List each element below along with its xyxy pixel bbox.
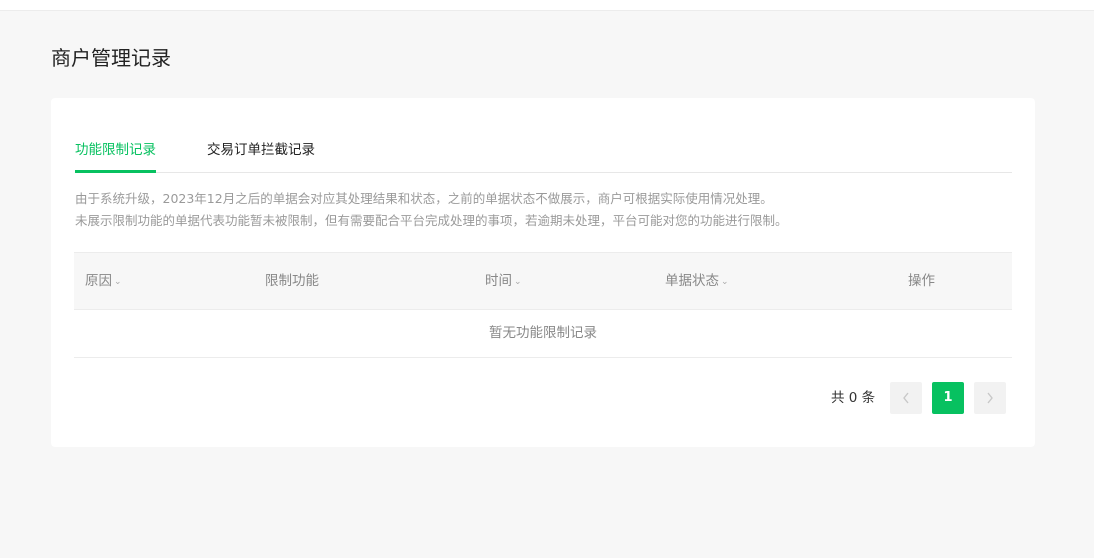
column-header-label: 时间 <box>485 273 512 289</box>
column-header-reason[interactable]: 原因 ⌄ <box>85 271 122 293</box>
column-header-label: 限制功能 <box>265 273 319 289</box>
column-header-label: 原因 <box>85 273 112 289</box>
tab-function-restriction-records[interactable]: 功能限制记录 <box>75 140 156 173</box>
column-header-actions: 操作 <box>908 271 935 291</box>
notice-line-1: 由于系统升级，2023年12月之后的单据会对应其处理结果和状态，之前的单据状态不… <box>75 191 773 206</box>
prev-page-button[interactable] <box>890 382 922 414</box>
column-header-document-status[interactable]: 单据状态 ⌄ <box>665 271 729 293</box>
table-body: 暂无功能限制记录 <box>74 310 1012 358</box>
column-header-label: 操作 <box>908 273 935 289</box>
chevron-down-icon: ⌄ <box>721 277 729 287</box>
page-number-button[interactable]: 1 <box>932 382 964 414</box>
chevron-right-icon <box>987 392 993 404</box>
chevron-down-icon: ⌄ <box>114 277 122 287</box>
next-page-button[interactable] <box>974 382 1006 414</box>
empty-state-text: 暂无功能限制记录 <box>489 325 597 341</box>
tab-transaction-interception-records[interactable]: 交易订单拦截记录 <box>207 140 315 160</box>
table-header: 原因 ⌄ 限制功能 时间 ⌄ 单据状态 ⌄ 操作 <box>74 252 1012 310</box>
top-bar <box>0 0 1094 11</box>
chevron-left-icon <box>903 392 909 404</box>
page-title: 商户管理记录 <box>51 46 171 70</box>
tab-bar: 功能限制记录 交易订单拦截记录 <box>75 136 1012 173</box>
column-header-label: 单据状态 <box>665 273 719 289</box>
column-header-restricted-function: 限制功能 <box>265 271 319 291</box>
chevron-down-icon: ⌄ <box>514 277 522 287</box>
total-count: 共 0 条 <box>831 390 876 406</box>
records-table: 原因 ⌄ 限制功能 时间 ⌄ 单据状态 ⌄ 操作 暂无功能限制记录 <box>74 252 1012 358</box>
notice-text: 由于系统升级，2023年12月之后的单据会对应其处理结果和状态，之前的单据状态不… <box>75 188 1012 232</box>
notice-line-2: 未展示限制功能的单据代表功能暂未被限制，但有需要配合平台完成处理的事项，若逾期未… <box>75 213 788 228</box>
records-card: 功能限制记录 交易订单拦截记录 由于系统升级，2023年12月之后的单据会对应其… <box>51 98 1035 447</box>
column-header-time[interactable]: 时间 ⌄ <box>485 271 522 293</box>
